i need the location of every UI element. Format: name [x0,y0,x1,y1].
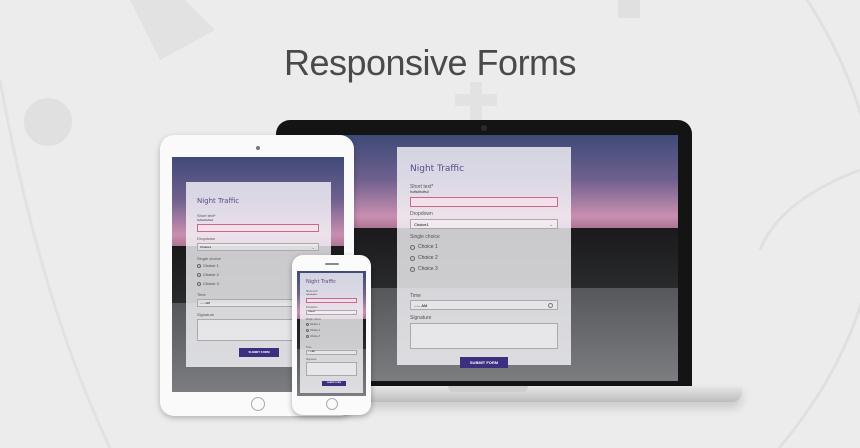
short-text-value: fsdfsdfsdfsd [410,190,429,194]
radio-choice-2[interactable]: Choice 2 [197,272,219,277]
form-card: Night Traffic Short text* fsdfsdfsdfsd D… [397,147,571,368]
short-text-label: Short text* [306,290,318,293]
dropdown-value: Choice1 [414,222,429,227]
laptop-notch [448,386,528,392]
time-input[interactable]: --:-- AM [306,350,357,355]
radio-circle-icon [197,281,201,286]
signature-label: Signature [197,312,215,317]
form-title: Night Traffic [410,164,465,174]
time-value: --:-- AM [308,351,315,353]
radio-circle-icon [306,335,309,338]
single-choice-label: Single choice [410,234,440,240]
chevron-down-icon: ⌄ [311,245,315,250]
radio-circle-icon [306,323,309,326]
chevron-down-icon: ⌄ [548,222,553,228]
submit-button[interactable]: SUBMIT FORM [460,357,508,368]
short-text-input[interactable] [197,224,319,232]
radio-choice-1[interactable]: Choice 1 [197,263,219,268]
dropdown-label: Dropdown [197,236,216,241]
radio-circle-icon [410,244,415,250]
time-value: --:-- AM [414,303,428,308]
tablet-camera [256,146,260,150]
single-choice-label: Single choice [306,318,321,321]
radio-circle-icon [410,255,415,261]
short-text-value: fsdfsdfsdfsd [197,218,214,222]
short-text-input[interactable] [410,197,558,207]
signature-pad[interactable] [410,323,558,349]
radio-choice-3[interactable]: Choice 3 [410,266,438,272]
signature-pad[interactable] [306,362,357,376]
short-text-input[interactable] [306,298,357,303]
radio-choice-2[interactable]: Choice 2 [306,329,320,332]
time-label: Time [306,346,312,349]
dropdown-label: Dropdown [306,306,318,309]
radio-choice-1[interactable]: Choice 1 [410,244,438,250]
form-card: Night Traffic Short text* fsdfsdfsdfsd D… [300,273,363,393]
dropdown-select[interactable]: Choice1 ⌄ [306,310,357,315]
chevron-down-icon: ⌄ [352,311,355,315]
signature-label: Signature [410,315,432,321]
time-label: Time [410,293,421,299]
radio-circle-icon [410,266,415,272]
radio-circle-icon [197,263,201,268]
form-title: Night Traffic [306,279,337,285]
dropdown-value: Choice1 [200,245,212,249]
time-input[interactable]: --:-- AM [410,300,558,310]
dropdown-select[interactable]: Choice1 ⌄ [197,243,319,251]
dropdown-label: Dropdown [410,211,433,217]
radio-circle-icon [197,272,201,277]
short-text-value: fsdfsdfsdfsd [306,294,317,296]
signature-label: Signature [306,358,317,361]
radio-choice-3[interactable]: Choice 3 [197,281,219,286]
radio-choice-2[interactable]: Choice 2 [410,255,438,261]
time-label: Time [197,292,206,297]
form-title: Night Traffic [197,197,240,205]
phone-speaker [325,263,339,265]
laptop-camera [481,125,487,131]
time-value: --:-- AM [200,301,210,305]
dropdown-value: Choice1 [308,311,316,313]
dropdown-select[interactable]: Choice1 ⌄ [410,219,558,229]
phone-home-button[interactable] [326,398,338,410]
radio-choice-1[interactable]: Choice 1 [306,323,320,326]
radio-choice-3[interactable]: Choice 3 [306,335,320,338]
submit-button[interactable]: SUBMIT FORM [322,381,346,386]
page-title: Responsive Forms [283,42,577,83]
tablet-home-button[interactable] [251,397,265,411]
submit-button[interactable]: SUBMIT FORM [239,348,279,357]
clock-icon [548,303,553,308]
radio-circle-icon [306,329,309,332]
phone-screen: Night Traffic Short text* fsdfsdfsdfsd D… [297,271,366,396]
single-choice-label: Single choice [197,256,221,261]
